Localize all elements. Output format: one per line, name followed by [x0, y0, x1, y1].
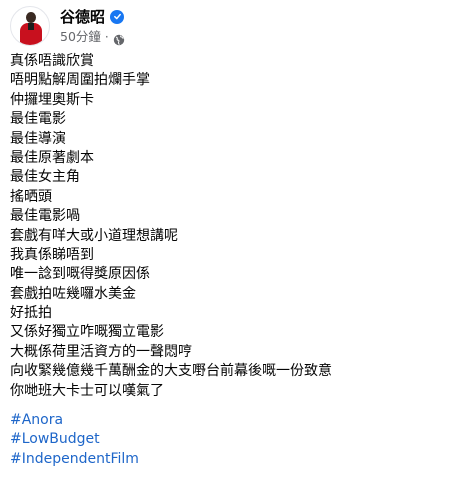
post-text-line: 你哋班大卡士可以嘆氣了: [10, 382, 164, 399]
post-text-line: 最佳電影喎: [10, 208, 80, 225]
post-body: 真係唔識欣賞 唔明點解周圍拍爛手掌 仲攞埋奧斯卡 最佳電影 最佳導演 最佳原著劇…: [10, 52, 464, 469]
post-text-line: 套戲拍咗幾囉水美金: [10, 285, 136, 302]
post-text-line: 套戲有咩大或小道理想講呢: [10, 227, 178, 244]
hashtag-link-independentfilm[interactable]: #IndependentFilm: [10, 450, 464, 469]
avatar-collar: [28, 23, 34, 30]
post-text-line: 真係唔識欣賞: [10, 53, 94, 69]
author-name-row: 谷德昭: [60, 7, 125, 27]
post-meta: 谷德昭 50分鐘 ·: [60, 7, 125, 46]
post-text-line: 又係好獨立咋嘅獨立電影: [10, 324, 164, 341]
avatar-head: [26, 12, 36, 23]
author-name[interactable]: 谷德昭: [60, 7, 105, 27]
post-text-line: 最佳女主角: [10, 169, 80, 186]
post-text-line: 最佳導演: [10, 130, 66, 147]
post-text: 真係唔識欣賞 唔明點解周圍拍爛手掌 仲攞埋奧斯卡 最佳電影 最佳導演 最佳原著劇…: [10, 52, 464, 401]
globe-icon: [113, 31, 125, 45]
author-avatar[interactable]: [10, 6, 50, 46]
hashtag-link-anora[interactable]: #Anora: [10, 411, 464, 430]
post-time-row: 50分鐘 ·: [60, 28, 125, 46]
post-text-line: 唔明點解周圍拍爛手掌: [10, 72, 150, 89]
post-text-line: 唯一諗到嘅得獎原因係: [10, 266, 150, 283]
post-text-line: 大概係荷里活資方的一聲悶哼: [10, 343, 192, 360]
hashtag-link-lowbudget[interactable]: #LowBudget: [10, 430, 464, 449]
post-header: 谷德昭 50分鐘 ·: [10, 4, 464, 48]
post-text-line: 最佳電影: [10, 111, 66, 128]
post-text-line: 搖晒頭: [10, 188, 52, 205]
post-text-line: 向收緊幾億幾千萬酬金的大支嘢台前幕後嘅一份致意: [10, 363, 332, 380]
post-text-line: 仲攞埋奧斯卡: [10, 91, 94, 108]
post-timestamp[interactable]: 50分鐘: [60, 28, 101, 46]
post-text-line: 最佳原著劇本: [10, 149, 94, 166]
verified-badge-icon: [110, 9, 125, 24]
meta-separator: ·: [104, 29, 109, 44]
post-text-line: 好抵拍: [10, 305, 52, 322]
post-text-line: 我真係睇唔到: [10, 246, 94, 263]
hashtag-list: #Anora #LowBudget #IndependentFilm: [10, 411, 464, 469]
